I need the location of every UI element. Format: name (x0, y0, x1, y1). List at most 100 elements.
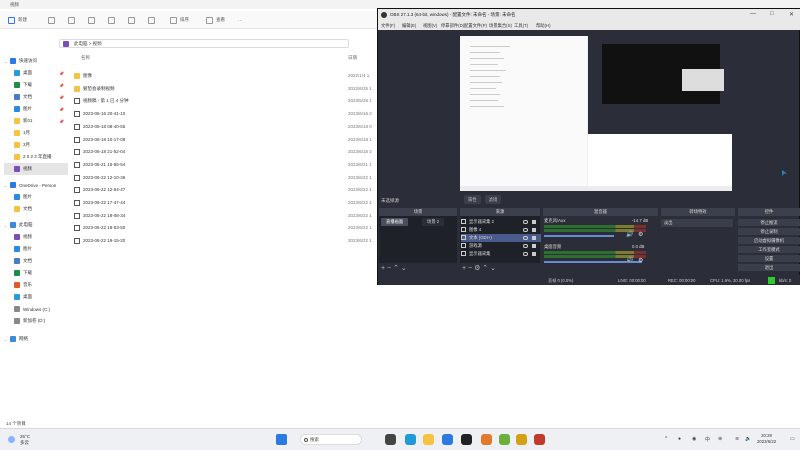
obs-menu-item[interactable]: 视图(V) (423, 23, 437, 29)
sidebar-item[interactable]: 下载 📌 (4, 79, 68, 91)
lock-icon[interactable] (532, 252, 536, 256)
start-icon[interactable] (276, 434, 287, 445)
properties-button[interactable]: 属性 (464, 195, 481, 204)
sidebar-item[interactable]: 3月 (4, 139, 68, 151)
sidebar-item[interactable]: 下载 (4, 267, 68, 279)
close-icon[interactable]: ✕ (789, 11, 794, 18)
sidebar-item[interactable]: 图片 (4, 243, 68, 255)
obs-menu-item[interactable]: 停靠部件(D) (441, 23, 464, 29)
visibility-eye-icon[interactable] (523, 244, 528, 248)
control-button[interactable]: 退出 (738, 264, 800, 272)
sidebar-item[interactable]: ⌄ 此电脑 (4, 219, 68, 231)
wifi-icon[interactable]: ≋ (735, 436, 739, 442)
source-item[interactable]: 文本 (GDI+) (461, 234, 541, 242)
sidebar-item[interactable]: 图片 📌 (4, 103, 68, 115)
source-item[interactable]: 图像 4 (461, 226, 541, 234)
address-input[interactable]: 此电脑 > 视频 (59, 39, 349, 48)
scene-item-2[interactable]: 场景 2 (422, 218, 445, 226)
clock[interactable]: 20:28 2023/6/22 (757, 433, 776, 444)
column-date[interactable]: 日期 (348, 55, 357, 65)
transition-select[interactable]: 淡出 (661, 219, 733, 227)
delete-icon[interactable] (148, 15, 155, 25)
obs-preview[interactable] (460, 36, 732, 191)
chevron-up-icon[interactable]: ^ (665, 436, 667, 442)
lock-icon[interactable] (532, 236, 536, 240)
volume-icon[interactable]: 🔈 (745, 436, 751, 442)
copy-icon[interactable] (68, 15, 75, 25)
explorer-icon[interactable] (423, 434, 434, 445)
new-button[interactable]: 新建 (8, 15, 27, 25)
sidebar-item[interactable]: 新加卷 (D:) (4, 315, 68, 327)
sidebar-item[interactable]: 桌面 📌 (4, 67, 68, 79)
visibility-eye-icon[interactable] (523, 252, 528, 256)
sidebar-item[interactable]: 新01 📌 (4, 115, 68, 127)
filters-button[interactable]: 滤镜 (484, 195, 502, 204)
scene-item-live[interactable]: 直播画面 (381, 218, 409, 226)
obs-menu-item[interactable]: 文件(F) (381, 23, 395, 29)
obs-menu-item[interactable]: 工具(T) (514, 23, 528, 29)
more-button[interactable]: ··· (238, 15, 243, 25)
lock-icon[interactable] (532, 220, 536, 224)
view-button[interactable]: 查看 (206, 15, 225, 25)
notification-icon[interactable]: ▭ (790, 436, 795, 442)
gear-icon[interactable]: ⚙ (638, 257, 643, 264)
sidebar-item[interactable]: 文档 (4, 255, 68, 267)
sidebar-item[interactable]: ⌄ 网络 (4, 333, 68, 345)
obs-menu-item[interactable]: 帮助(H) (536, 23, 551, 29)
rename-icon[interactable] (108, 15, 115, 25)
lock-icon[interactable] (532, 228, 536, 232)
source-add-remove[interactable]: + − ⚙ ⌃ ⌄ (462, 264, 496, 272)
maximize-icon[interactable]: □ (770, 11, 774, 17)
control-button[interactable]: 停止推流 (738, 219, 800, 227)
input-method-icon[interactable]: 中 (705, 436, 710, 443)
sidebar-item[interactable]: Windows (C:) (4, 303, 68, 315)
breadcrumb-videos[interactable]: 视频 (93, 41, 102, 46)
sidebar-item[interactable]: ⌄ 快速访问 (4, 55, 68, 67)
obs-menu-item[interactable]: 场景集合(S) (489, 23, 512, 29)
app2-icon[interactable] (499, 434, 510, 445)
source-item[interactable]: 显示器采集 2 (461, 218, 541, 226)
sidebar-item[interactable]: 音乐 (4, 279, 68, 291)
app3-icon[interactable] (516, 434, 527, 445)
control-button[interactable]: 停止录制 (738, 228, 800, 236)
sidebar-item[interactable]: ⌄ OneDrive - Person (4, 179, 68, 191)
source-item[interactable]: 游戏源 (461, 242, 541, 250)
visibility-eye-icon[interactable] (523, 236, 528, 240)
sidebar-item[interactable]: 桌面 (4, 291, 68, 303)
column-name[interactable]: 名称 (81, 55, 90, 65)
mic-volume-slider[interactable] (544, 235, 614, 237)
sidebar-item[interactable]: 视频 (4, 231, 68, 243)
speaker-icon[interactable]: 🔊 (626, 257, 633, 264)
tray-app-icon[interactable]: ● (678, 436, 681, 442)
taskview-icon[interactable] (385, 434, 396, 445)
share-icon[interactable] (128, 15, 135, 25)
obs-menu-item[interactable]: 配置文件(P) (464, 23, 487, 29)
sidebar-item[interactable]: 图片 (4, 191, 68, 203)
app1-icon[interactable] (481, 434, 492, 445)
visibility-eye-icon[interactable] (523, 220, 528, 224)
app4-icon[interactable] (534, 434, 545, 445)
sidebar-item[interactable]: 文档 📌 (4, 91, 68, 103)
cut-icon[interactable] (48, 15, 55, 25)
control-button[interactable]: 工作室模式 (738, 246, 800, 254)
breadcrumb-pc[interactable]: 此电脑 (74, 41, 88, 46)
paste-icon[interactable] (88, 15, 95, 25)
speaker-icon[interactable]: 🔊 (626, 231, 633, 238)
lock-icon[interactable] (532, 244, 536, 248)
sidebar-item[interactable]: 1月 (4, 127, 68, 139)
control-button[interactable]: 启动虚拟摄像机 (738, 237, 800, 245)
gear-icon[interactable]: ⚙ (638, 231, 643, 238)
taskbar-search[interactable]: 搜索 (300, 434, 362, 445)
scene-add-remove[interactable]: + − ⌃ ⌄ (381, 264, 407, 272)
obs-icon[interactable] (461, 434, 472, 445)
control-button[interactable]: 设置 (738, 255, 800, 263)
visibility-eye-icon[interactable] (523, 228, 528, 232)
tray-app-icon[interactable]: ◉ (692, 436, 696, 442)
tray-app-icon[interactable]: ⊕ (718, 436, 722, 442)
mail-icon[interactable] (442, 434, 453, 445)
sort-button[interactable]: 排序 (170, 15, 189, 25)
sidebar-item[interactable]: 2 0 2 3 年直播 (4, 151, 68, 163)
edge-icon[interactable] (405, 434, 416, 445)
sidebar-item[interactable]: 文档 (4, 203, 68, 215)
obs-menu-item[interactable]: 编辑(E) (402, 23, 416, 29)
